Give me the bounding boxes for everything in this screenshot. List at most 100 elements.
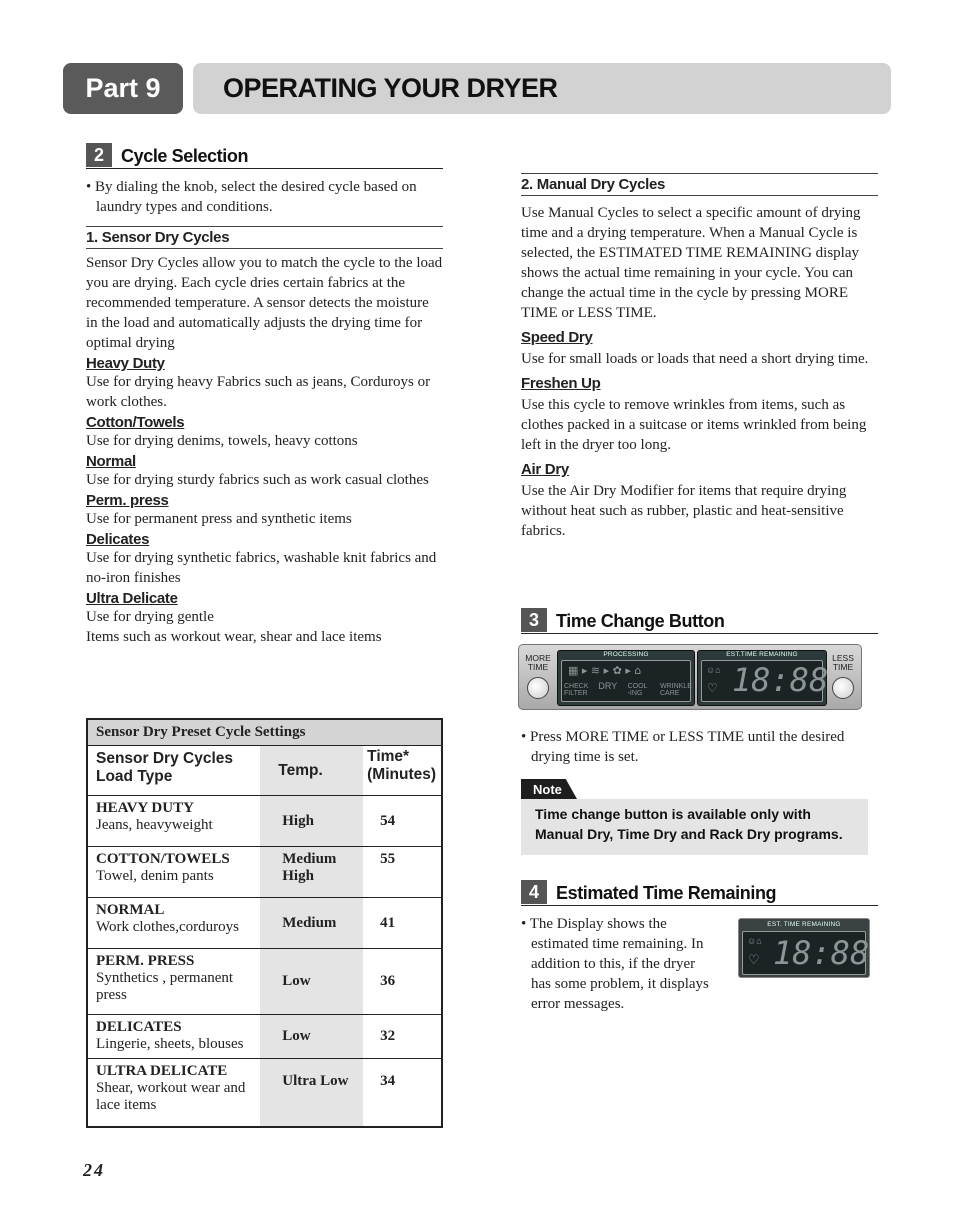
table-row: DELICATES Lingerie, sheets, blouses Low 3… (87, 1014, 442, 1059)
table-row: ULTRA DELICATE Shear, workout wear and la… (87, 1058, 442, 1127)
table-row: COTTON/TOWELS Towel, denim pants Medium H… (87, 846, 442, 898)
row-load: Lingerie, sheets, blouses (96, 1036, 244, 1052)
heart-icon: ♡ (748, 952, 760, 967)
more-time-label: MORE TIME (525, 653, 551, 672)
row-time: 34 (363, 1058, 442, 1127)
row-time: 32 (363, 1014, 442, 1059)
note-box: Time change button is available only wit… (521, 799, 868, 855)
processing-label: PROCESSING (603, 651, 649, 658)
cycle-desc: Use the Air Dry Modifier for items that … (521, 483, 847, 539)
row-temp: Medium High (260, 846, 364, 898)
section-title: Estimated Time Remaining (556, 883, 777, 903)
less-time-label: LESS TIME (832, 653, 854, 672)
step-wrinkle-care: WRINKLE CARE (659, 683, 692, 697)
manual-dry-heading: 2. Manual Dry Cycles (521, 173, 878, 196)
row-cycle-name: HEAVY DUTY (96, 800, 194, 816)
section-number: 2 (86, 143, 112, 167)
cycle-name: Perm. press (86, 492, 169, 509)
section-heading-cycle-selection: 2 Cycle Selection (86, 143, 443, 169)
row-temp: Ultra Low (260, 1058, 364, 1127)
cycle-name: Normal (86, 453, 136, 470)
intro-bullet: • By dialing the knob, select the desire… (86, 179, 417, 215)
sensor-dry-heading: 1. Sensor Dry Cycles (86, 226, 443, 249)
more-time-button[interactable] (527, 677, 549, 699)
sensor-cycle-list: Heavy Duty Use for drying heavy Fabrics … (86, 355, 443, 647)
table-row: PERM. PRESS Synthetics , permanent press … (87, 948, 442, 1015)
page-title: OPERATING YOUR DRYER (193, 63, 891, 114)
step-dry: DRY (598, 681, 618, 691)
row-temp: Low (260, 1014, 364, 1059)
note-tag: Note (521, 779, 577, 799)
est-time-display-label: EST. TIME REMAINING (767, 921, 841, 928)
row-temp: Low (260, 948, 364, 1015)
cycle-name: Cotton/Towels (86, 414, 185, 431)
row-temp: High (260, 795, 364, 847)
cycle-desc: Use for drying denims, towels, heavy cot… (86, 433, 358, 449)
part-label: Part 9 (63, 63, 183, 114)
time-digits: 18:88 (773, 934, 870, 972)
time-change-bullet: • Press MORE TIME or LESS TIME until the… (521, 729, 845, 765)
section-heading-est-time: 4 Estimated Time Remaining (521, 880, 878, 906)
section-number: 4 (521, 880, 547, 904)
cycle-desc: Items such as workout wear, shear and la… (86, 629, 382, 645)
row-time: 36 (363, 948, 442, 1015)
time-display: EST.TIME REMAINING ☺⌂ ♡ 18:88 (697, 650, 829, 706)
page-number: 24 (83, 1160, 105, 1180)
row-time: 41 (363, 897, 442, 949)
process-steps: CHECK FILTER DRY COOL -ING WRINKLE CARE (564, 681, 692, 698)
cycle-name: Heavy Duty (86, 355, 165, 372)
cycle-name: Speed Dry (521, 329, 593, 346)
table-caption: Sensor Dry Preset Cycle Settings (87, 719, 442, 746)
est-time-display-illustration: EST. TIME REMAINING ☺⌂ ♡ 18:88 (738, 918, 870, 978)
section-number: 3 (521, 608, 547, 632)
less-time-button[interactable] (832, 677, 854, 699)
cycle-name: Air Dry (521, 461, 569, 478)
table-row: HEAVY DUTY Jeans, heavyweight High 54 (87, 795, 442, 847)
heart-icon: ♡ (707, 681, 718, 695)
manual-dry-text: Use Manual Cycles to select a specific a… (521, 205, 861, 321)
header-temp: Temp. (260, 745, 364, 796)
row-load: Work clothes,corduroys (96, 919, 239, 935)
est-time-label: EST.TIME REMAINING (726, 651, 798, 658)
child-lock-icon: ☺⌂ (706, 665, 721, 675)
header-time: Time* (Minutes) (363, 745, 442, 796)
child-lock-icon: ☺⌂ (747, 936, 762, 946)
row-time: 54 (363, 795, 442, 847)
row-cycle-name: PERM. PRESS (96, 953, 195, 969)
row-cycle-name: DELICATES (96, 1019, 182, 1035)
row-load: Shear, workout wear and lace items (96, 1080, 246, 1113)
row-cycle-name: COTTON/TOWELS (96, 851, 230, 867)
control-panel-illustration: MORE TIME PROCESSING ▦ ▸ ≋ ▸ ✿ ▸ ⌂ CHECK… (518, 644, 862, 710)
cycle-desc: Use this cycle to remove wrinkles from i… (521, 397, 867, 453)
section-title: Time Change Button (556, 611, 725, 631)
est-time-bullet: • The Display shows the estimated time r… (521, 916, 709, 1012)
table-row: NORMAL Work clothes,corduroys Medium 41 (87, 897, 442, 949)
row-cycle-name: ULTRA DELICATE (96, 1063, 228, 1079)
cycle-name: Freshen Up (521, 375, 601, 392)
sensor-dry-preset-table: Sensor Dry Preset Cycle Settings Sensor … (86, 718, 443, 1128)
time-digits: 18:88 (732, 661, 829, 699)
cycle-name: Delicates (86, 531, 150, 548)
section-heading-time-change: 3 Time Change Button (521, 608, 878, 634)
row-cycle-name: NORMAL (96, 902, 165, 918)
row-load: Synthetics , permanent press (96, 970, 234, 1003)
processing-display: PROCESSING ▦ ▸ ≋ ▸ ✿ ▸ ⌂ CHECK FILTER DR… (557, 650, 695, 706)
row-time: 55 (363, 846, 442, 898)
cycle-name: Ultra Delicate (86, 590, 178, 607)
right-column: 2. Manual Dry Cycles Use Manual Cycles t… (521, 173, 878, 541)
step-cooling: COOL -ING (627, 683, 648, 697)
section-title: Cycle Selection (121, 146, 249, 166)
step-check-filter: CHECK FILTER (564, 683, 589, 697)
cycle-desc: Use for drying synthetic fabrics, washab… (86, 550, 437, 586)
process-icons: ▦ ▸ ≋ ▸ ✿ ▸ ⌂ (568, 664, 642, 677)
row-temp: Medium (260, 897, 364, 949)
row-load: Towel, denim pants (96, 868, 214, 884)
cycle-desc: Use for small loads or loads that need a… (521, 351, 869, 367)
cycle-desc: Use for permanent press and synthetic it… (86, 511, 352, 527)
sensor-dry-text: Sensor Dry Cycles allow you to match the… (86, 255, 443, 351)
row-load: Jeans, heavyweight (96, 817, 213, 833)
cycle-desc: Use for drying sturdy fabrics such as wo… (86, 472, 429, 488)
left-column: 2 Cycle Selection • By dialing the knob,… (86, 143, 443, 647)
cycle-desc: Use for drying gentle (86, 609, 214, 625)
cycle-desc: Use for drying heavy Fabrics such as jea… (86, 374, 431, 410)
